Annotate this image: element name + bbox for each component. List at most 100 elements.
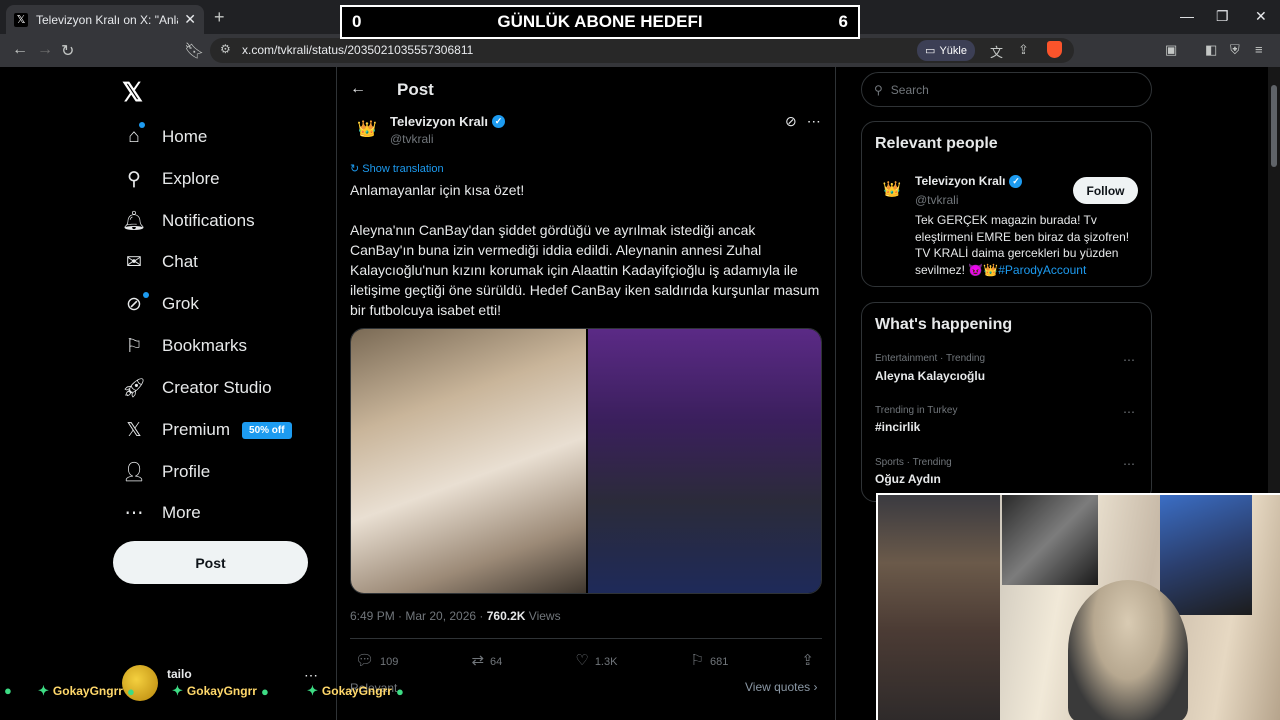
share-button[interactable]: ⇪ bbox=[801, 651, 820, 669]
new-tab-icon[interactable]: + bbox=[214, 7, 225, 28]
nav-chat-label: Chat bbox=[162, 252, 198, 271]
search-input[interactable]: ⚲ Search bbox=[861, 72, 1152, 107]
webcam-shelf bbox=[878, 495, 1000, 720]
verified-icon: ✓ bbox=[1009, 174, 1023, 188]
restore-icon[interactable]: ❐ bbox=[1216, 8, 1229, 25]
show-translation-link[interactable]: ↻ Show translation bbox=[350, 162, 444, 175]
repost-count: 64 bbox=[490, 656, 503, 668]
x-icon: 𝕏 bbox=[126, 419, 142, 441]
scrollbar-thumb[interactable] bbox=[1271, 85, 1277, 167]
forward-icon[interactable]: → bbox=[37, 41, 53, 59]
nav-home[interactable]: ⌂ Home bbox=[122, 121, 207, 153]
reply-icon: 💬︎ bbox=[355, 652, 375, 669]
nav-profile[interactable]: 👤︎ Profile bbox=[122, 456, 210, 488]
webcam-poster-left bbox=[1002, 495, 1098, 585]
minimize-icon[interactable]: — bbox=[1180, 8, 1194, 24]
webcam-poster-right bbox=[1160, 495, 1252, 615]
nav-notifications[interactable]: 🔔︎ Notifications bbox=[122, 205, 255, 237]
like-count: 1.3K bbox=[594, 656, 618, 668]
browser-tab[interactable]: 𝕏 Televizyon Kralı on X: "Anlamaya ✕ bbox=[6, 5, 204, 34]
chat-badge-icon: ✦ bbox=[38, 683, 49, 698]
close-window-icon[interactable]: ✕ bbox=[1255, 8, 1267, 25]
trend-name[interactable]: Aleyna Kalaycıoğlu bbox=[875, 369, 985, 383]
grok-explain-icon[interactable]: ⊘ bbox=[785, 113, 797, 130]
nav-bookmarks[interactable]: ⚐ Bookmarks bbox=[122, 330, 247, 362]
chat-emote-icon: ● bbox=[395, 683, 404, 699]
site-info-icon[interactable]: ⚙︎ bbox=[220, 42, 231, 56]
trend-more-icon[interactable]: ⋯ bbox=[1123, 405, 1135, 419]
url-text: x.com/tvkrali/status/2035021035557306811 bbox=[242, 43, 474, 57]
author-handle[interactable]: @tvkrali bbox=[390, 132, 434, 146]
back-icon[interactable]: ← bbox=[12, 41, 28, 59]
author-avatar[interactable]: 👑 bbox=[350, 112, 384, 146]
subscriber-goal-overlay: 0 GÜNLÜK ABONE HEDEFI 6 bbox=[340, 5, 860, 39]
sidebar-icon[interactable]: ◧ bbox=[1205, 42, 1217, 58]
reply-button[interactable]: 💬︎ 109 bbox=[355, 651, 398, 669]
account-more-icon[interactable]: ⋯ bbox=[304, 667, 318, 684]
goal-right-count: 6 bbox=[838, 12, 848, 31]
relevant-people-title: Relevant people bbox=[875, 135, 998, 152]
nav-grok[interactable]: ⊘ Grok bbox=[122, 288, 199, 320]
nav-more-label: More bbox=[162, 503, 201, 522]
reload-icon[interactable]: ↻ bbox=[61, 41, 74, 61]
back-arrow-icon[interactable]: ← bbox=[350, 80, 366, 98]
nav-explore[interactable]: ⚲ Explore bbox=[122, 163, 220, 195]
view-quotes-link[interactable]: View quotes › bbox=[745, 680, 818, 694]
relevant-person-handle[interactable]: @tvkrali bbox=[915, 193, 959, 207]
goal-title: GÜNLÜK ABONE HEDEFI bbox=[497, 12, 703, 31]
trend-more-icon[interactable]: ⋯ bbox=[1123, 457, 1135, 471]
relevant-person-avatar[interactable]: 👑 bbox=[876, 173, 908, 205]
trend-meta: Trending in Turkey bbox=[875, 405, 958, 416]
chat-username: GokayGngrr bbox=[186, 684, 257, 698]
more-icon: ⋯ bbox=[124, 502, 144, 524]
trend-more-icon[interactable]: ⋯ bbox=[1123, 353, 1135, 367]
x-logo-icon[interactable]: 𝕏 bbox=[122, 77, 143, 108]
upload-button[interactable]: ▭ Yükle bbox=[917, 40, 975, 61]
nav-premium[interactable]: 𝕏 Premium 50% off bbox=[122, 414, 292, 446]
nav-chat[interactable]: ✉ Chat bbox=[122, 246, 198, 278]
post-timestamp[interactable]: 6:49 PM · Mar 20, 2026 · bbox=[350, 609, 487, 623]
post-more-icon[interactable]: ⋯ bbox=[807, 113, 821, 130]
brave-shield-icon[interactable] bbox=[1047, 41, 1062, 58]
post-image-left[interactable] bbox=[351, 329, 586, 593]
nav-creator-studio[interactable]: 🚀︎ Creator Studio bbox=[122, 372, 272, 404]
close-tab-icon[interactable]: ✕ bbox=[184, 11, 196, 28]
author-name[interactable]: Televizyon Kralı ✓ bbox=[390, 114, 506, 129]
post-image-right[interactable] bbox=[588, 329, 821, 593]
trend-name[interactable]: #incirlik bbox=[875, 420, 920, 434]
translate-icon[interactable]: 文 bbox=[990, 42, 1003, 61]
heart-icon: ♡ bbox=[575, 652, 589, 669]
show-translation-text: Show translation bbox=[362, 163, 444, 175]
post-button[interactable]: Post bbox=[113, 541, 308, 584]
bookmark-button[interactable]: ⚐ 681 bbox=[691, 651, 729, 669]
cast-icon[interactable]: ▣ bbox=[1165, 42, 1177, 58]
share-icon[interactable]: ⇪ bbox=[1018, 42, 1029, 58]
like-button[interactable]: ♡ 1.3K bbox=[575, 651, 617, 669]
nav-more[interactable]: ⋯ More bbox=[122, 497, 201, 529]
follow-button[interactable]: Follow bbox=[1073, 177, 1138, 204]
bell-icon: 🔔︎ bbox=[122, 211, 147, 232]
chat-username: GokayGngrr bbox=[52, 684, 123, 698]
translate-small-icon: ↻ bbox=[350, 163, 363, 175]
vpn-icon[interactable]: ⛨ bbox=[1230, 42, 1240, 58]
rocket-icon: 🚀︎ bbox=[122, 378, 147, 399]
repost-icon: ⇄ bbox=[471, 652, 485, 669]
x-favicon-icon: 𝕏 bbox=[14, 12, 28, 27]
stream-chat-message: ✦ GokayGngrr ● bbox=[172, 683, 269, 699]
chat-badge-icon: ✦ bbox=[307, 683, 318, 698]
bookmark-page-icon[interactable]: 🔖︎ bbox=[184, 41, 204, 61]
bio-hashtag-link[interactable]: #ParodyAccount bbox=[998, 263, 1086, 277]
share-icon: ⇪ bbox=[801, 652, 814, 669]
webcam-streamer bbox=[1068, 580, 1188, 720]
repost-button[interactable]: ⇄ 64 bbox=[471, 651, 502, 669]
trend-name[interactable]: Oğuz Aydın bbox=[875, 472, 941, 486]
relevant-person-name-text: Televizyon Kralı bbox=[915, 174, 1006, 188]
post-media[interactable] bbox=[350, 328, 822, 594]
post-header-actions: ⊘ ⋯ bbox=[785, 113, 821, 130]
bookmark-count: 681 bbox=[709, 656, 729, 668]
stream-chat-message: ● bbox=[4, 683, 12, 698]
whats-happening-title: What's happening bbox=[875, 316, 1013, 333]
goal-left-count: 0 bbox=[352, 12, 362, 31]
menu-icon[interactable]: ≡ bbox=[1255, 42, 1263, 57]
relevant-person-name[interactable]: Televizyon Kralı ✓ bbox=[915, 174, 1023, 188]
